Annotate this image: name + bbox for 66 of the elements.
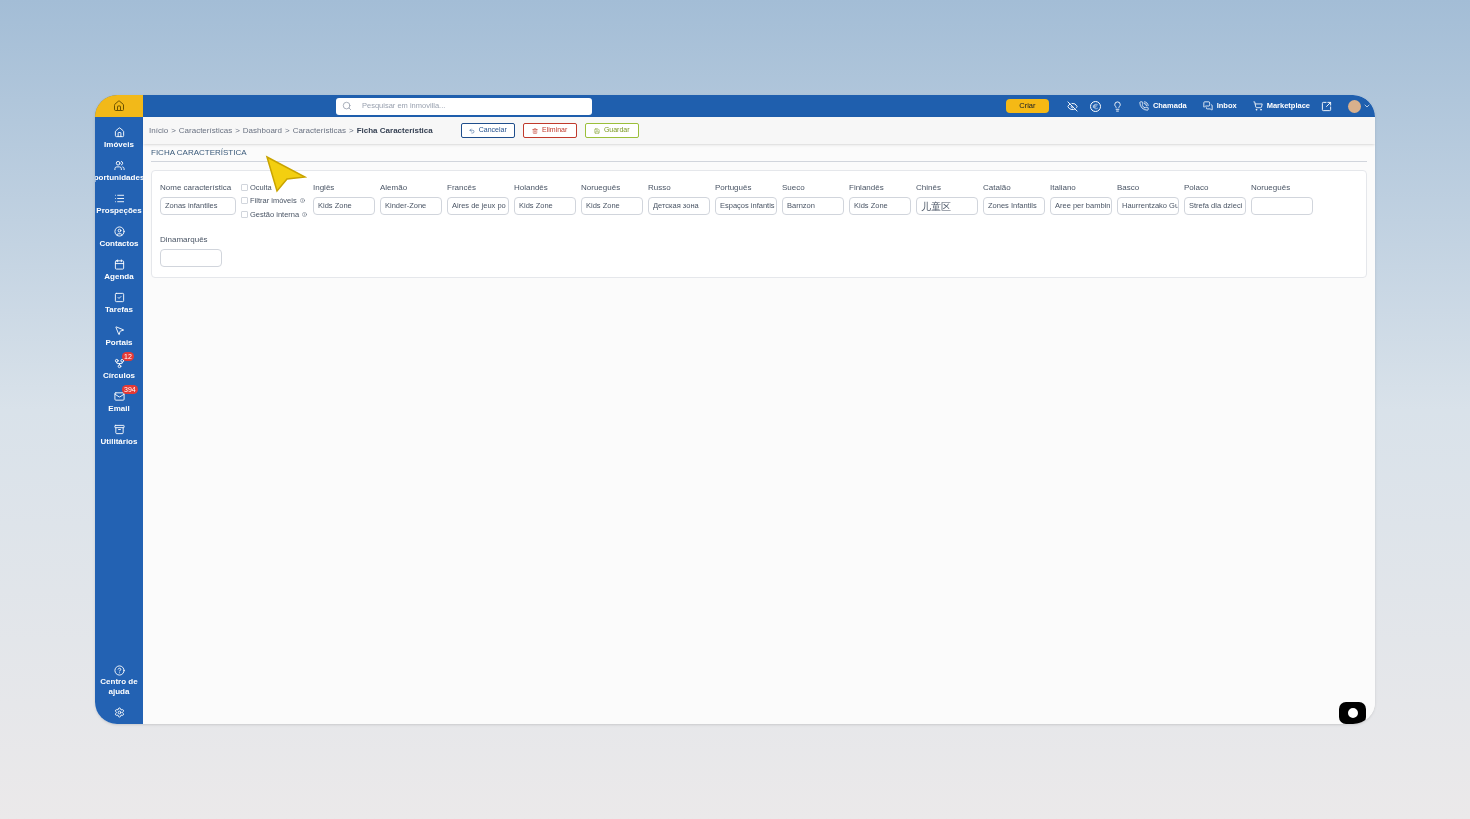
- house-icon: [113, 100, 125, 112]
- cart-icon: [1252, 101, 1263, 111]
- floppy-disk-icon: [593, 127, 600, 134]
- field-label: Finlandês: [849, 182, 885, 194]
- field-label: Holandês: [514, 182, 549, 194]
- help-icon: [113, 665, 125, 676]
- breadcrumb-separator: >: [235, 124, 240, 137]
- breadcrumb-link[interactable]: Características: [292, 124, 346, 137]
- calendar-icon: [113, 259, 125, 270]
- undo-arrow-icon: [468, 127, 475, 134]
- avatar[interactable]: [1348, 99, 1361, 113]
- breadcrumb-separator: >: [284, 124, 290, 137]
- checkbox[interactable]: [241, 197, 248, 205]
- breadcrumb-link[interactable]: Características: [178, 124, 233, 137]
- field-label: Português: [715, 182, 753, 194]
- text-field[interactable]: 儿童区: [916, 197, 978, 215]
- field-label: Francês: [447, 182, 477, 194]
- chevron-down-icon[interactable]: [1363, 102, 1371, 110]
- text-field[interactable]: [1251, 197, 1313, 215]
- breadcrumb-link[interactable]: Ficha Característica: [356, 124, 433, 137]
- field-label: Polaco: [1184, 182, 1210, 194]
- chat-button[interactable]: [1339, 702, 1366, 724]
- field-label: Basco: [1117, 182, 1141, 194]
- field-label: Alemão: [380, 182, 409, 194]
- sidebar-item[interactable]: Portais: [95, 319, 143, 349]
- section-title: FICHA CARACTERÍSTICA: [151, 147, 1367, 162]
- people-icon: [113, 160, 125, 171]
- search-icon: [342, 101, 352, 111]
- external-link-icon[interactable]: [1321, 100, 1332, 112]
- logo[interactable]: [95, 95, 143, 117]
- field-label: Catalão: [983, 182, 1012, 194]
- field-label: Russo: [648, 182, 672, 194]
- home-icon: [113, 127, 125, 138]
- sidebar-item[interactable]: portunidades: [95, 154, 143, 184]
- field-label: Inglês: [313, 182, 336, 194]
- sidebar-item[interactable]: Tarefas: [95, 286, 143, 316]
- sidebar-item[interactable]: Imóveis: [95, 121, 143, 151]
- breadcrumb-separator: >: [349, 124, 354, 137]
- text-field[interactable]: [160, 248, 222, 267]
- chat-icon: [1347, 708, 1358, 718]
- bulb-icon[interactable]: [1111, 100, 1123, 112]
- field-label: Norueguês: [581, 182, 622, 194]
- mail-icon: [113, 391, 125, 402]
- field-label: Dinamarquês: [160, 233, 209, 246]
- sidebar-item[interactable]: Contactos: [95, 220, 143, 250]
- field-label: Norueguês: [1251, 182, 1292, 194]
- trash-icon: [532, 127, 539, 134]
- field-label: Chinês: [916, 182, 942, 194]
- settings-icon[interactable]: [113, 707, 125, 718]
- breadcrumb-link[interactable]: Dashboard: [242, 124, 282, 137]
- field-label: Italiano: [1050, 182, 1077, 194]
- call-icon: [1138, 101, 1149, 111]
- eye-off-icon[interactable]: [1066, 100, 1078, 112]
- list-icon: [113, 193, 125, 204]
- contact-icon: [113, 226, 125, 237]
- sidebar-item[interactable]: Centro de ajuda: [95, 665, 143, 697]
- breadcrumb-separator: >: [171, 124, 176, 137]
- breadcrumb-link[interactable]: Início: [149, 124, 169, 137]
- sidebar-item[interactable]: Agenda: [95, 253, 143, 283]
- sidebar-item[interactable]: Utilitários: [95, 418, 143, 448]
- field-label: Sueco: [782, 182, 806, 194]
- sidebar-item[interactable]: Prospeções: [95, 187, 143, 217]
- field-label: Nome característica: [160, 182, 233, 194]
- task-icon: [113, 292, 125, 303]
- checkbox[interactable]: [241, 210, 248, 218]
- checkbox[interactable]: [241, 184, 248, 192]
